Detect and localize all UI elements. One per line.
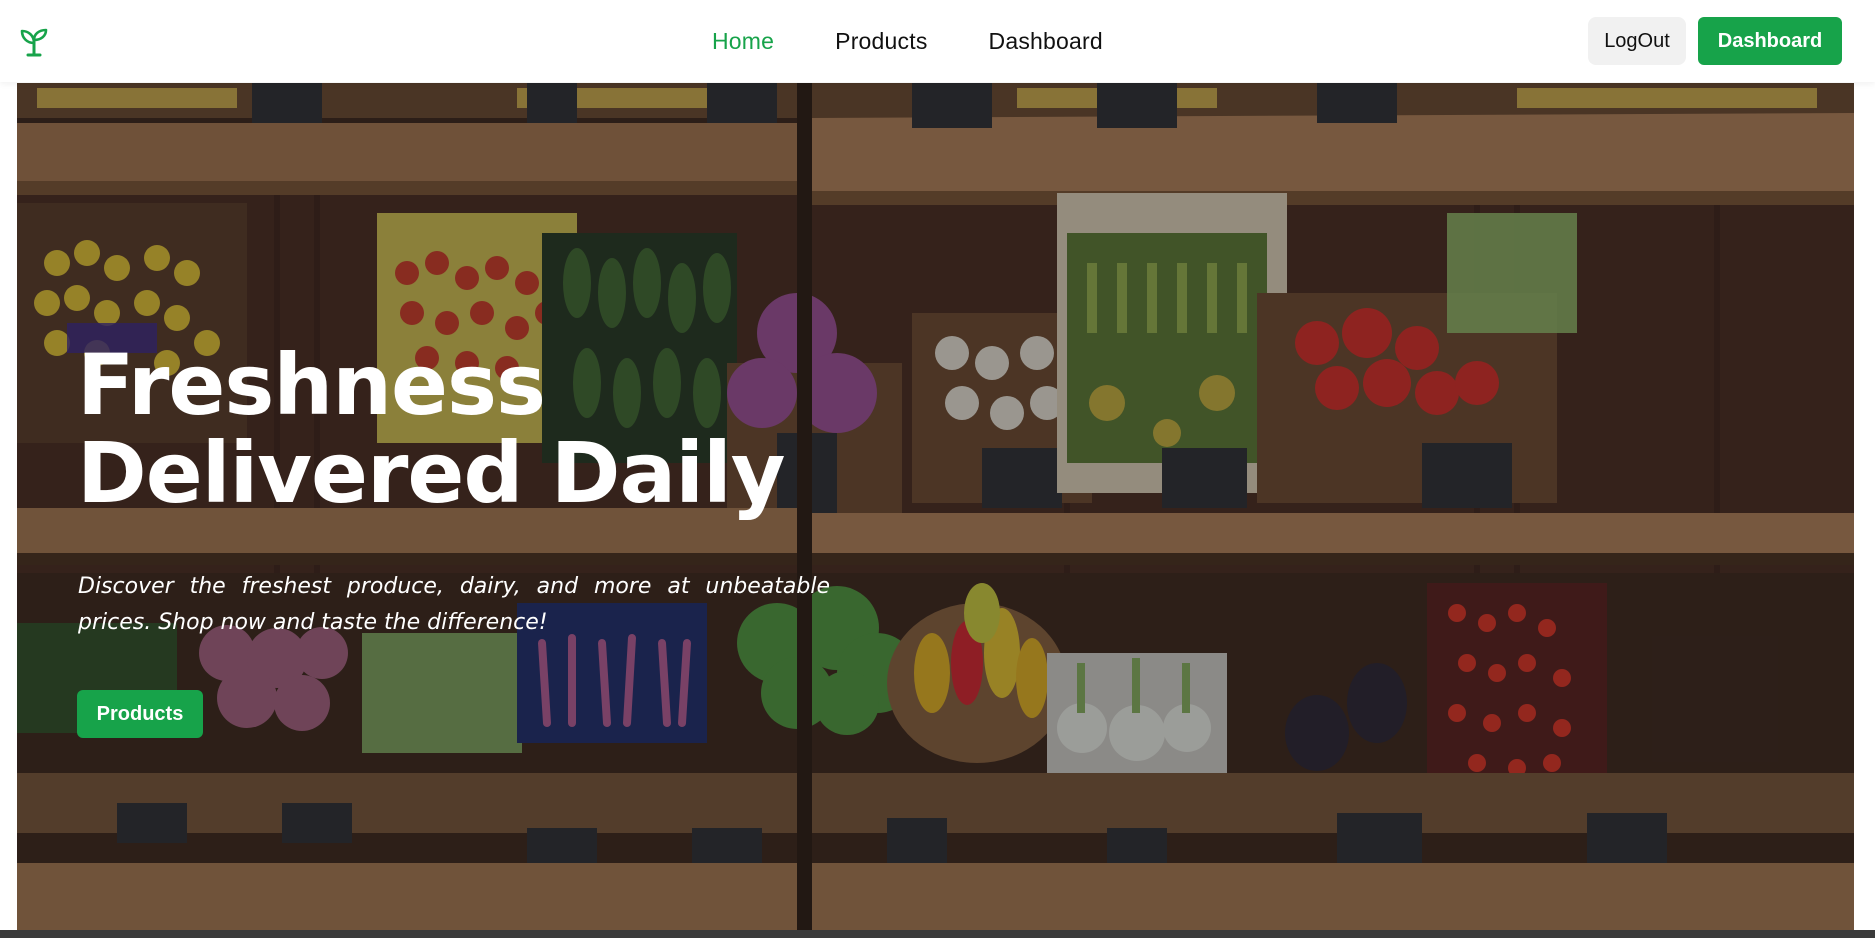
dashboard-button[interactable]: Dashboard [1698, 17, 1842, 65]
hero-section: Freshness Delivered Daily Discover the f… [17, 83, 1854, 938]
products-cta-button[interactable]: Products [77, 690, 203, 738]
hero-subtitle: Discover the freshest produce, dairy, an… [78, 574, 830, 635]
logout-button[interactable]: LogOut [1588, 17, 1686, 65]
sprout-icon[interactable] [20, 27, 48, 57]
hero-title-line2: Delivered Daily [77, 424, 786, 522]
nav-link-dashboard[interactable]: Dashboard [989, 28, 1103, 55]
navbar: Home Products Dashboard LogOut Dashboard [0, 0, 1875, 82]
hero-title: Freshness Delivered Daily [77, 341, 837, 517]
nav-link-products[interactable]: Products [835, 28, 927, 55]
main-nav: Home Products Dashboard [712, 0, 1164, 82]
nav-link-home[interactable]: Home [712, 28, 774, 55]
hero-title-line1: Freshness [77, 336, 546, 434]
bottom-scroll-strip [0, 930, 1875, 938]
